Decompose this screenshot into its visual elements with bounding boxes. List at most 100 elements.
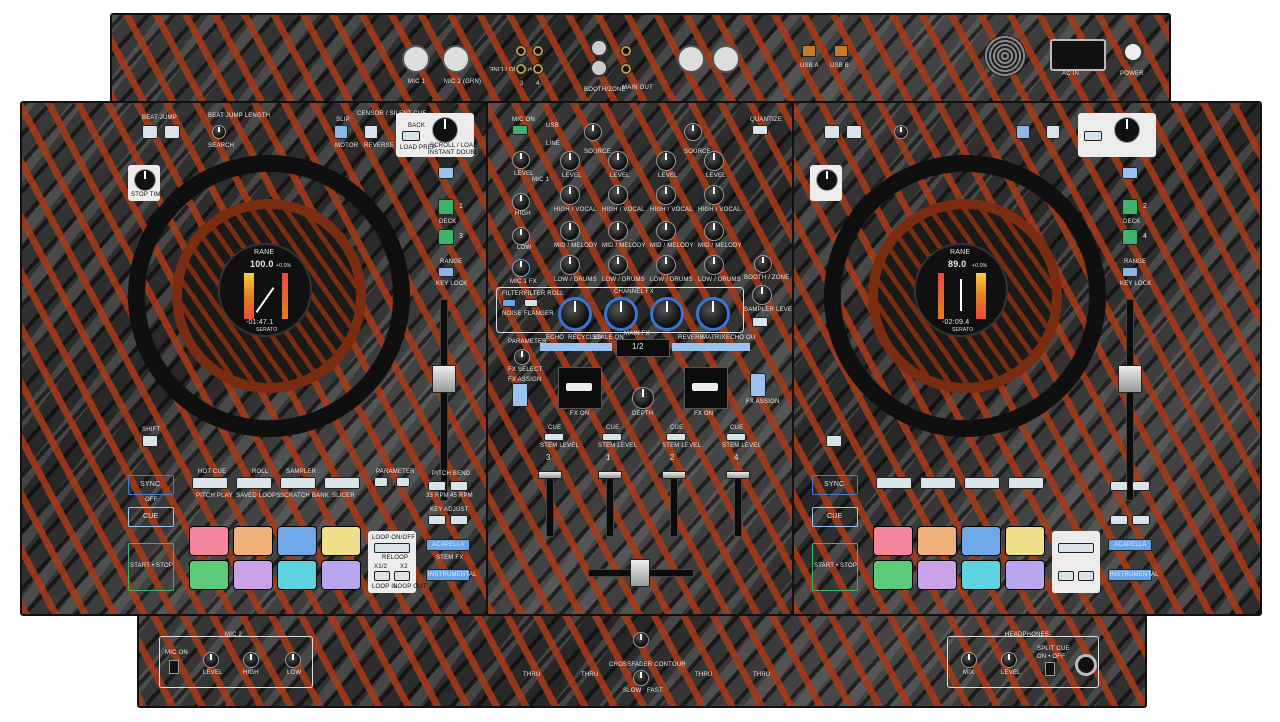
pad-mode-roll-button[interactable] — [236, 477, 272, 489]
performance-pad-8[interactable] — [322, 561, 360, 589]
mic2-low-knob[interactable] — [285, 652, 301, 668]
ch2-mid-knob[interactable] — [656, 221, 676, 241]
sampler-button[interactable] — [752, 317, 768, 327]
mic1-level-knob[interactable] — [512, 151, 530, 169]
ch1-low-knob[interactable] — [608, 255, 628, 275]
parameter-left-button[interactable] — [374, 477, 388, 487]
ch4-channel-fx-knob[interactable] — [696, 297, 730, 331]
pad-mode-slicer-button[interactable] — [1008, 477, 1044, 489]
parameter-right-button[interactable] — [396, 477, 410, 487]
loop-onoff-button[interactable] — [374, 543, 410, 553]
ch1-fader-cap[interactable] — [598, 471, 622, 479]
ch4-volume-fader[interactable] — [734, 471, 742, 537]
source-selector-knob[interactable] — [684, 123, 702, 141]
mic1-high-knob[interactable] — [512, 193, 530, 211]
ch4-low-knob[interactable] — [704, 255, 724, 275]
loop-in-button[interactable] — [1058, 571, 1074, 581]
ch3-level-knob[interactable] — [560, 151, 580, 171]
pitch-bend-up-button[interactable] — [1132, 481, 1150, 491]
pitch-fader-cap[interactable] — [432, 365, 456, 393]
ch3-channel-fx-knob[interactable] — [558, 297, 592, 331]
ch3-volume-fader[interactable] — [546, 471, 554, 537]
scroll-load-knob[interactable] — [1114, 117, 1140, 143]
back-button[interactable] — [1084, 131, 1102, 141]
deck-button[interactable] — [438, 167, 454, 179]
deck-2-button[interactable] — [1122, 199, 1138, 215]
pad-mode-roll-button[interactable] — [920, 477, 956, 489]
key-adjust-up-button[interactable] — [450, 515, 468, 525]
sampler-level-knob[interactable] — [752, 285, 772, 305]
deck-3-button[interactable] — [438, 229, 454, 245]
performance-pad-6[interactable] — [918, 561, 956, 589]
ch3-low-knob[interactable] — [560, 255, 580, 275]
main-fx-button-strip[interactable] — [672, 343, 750, 351]
mic2-high-knob[interactable] — [243, 652, 259, 668]
split-cue-switch[interactable] — [1045, 662, 1055, 676]
headphone-mix-knob[interactable] — [961, 652, 977, 668]
deck-4-button[interactable] — [1122, 229, 1138, 245]
ch2-high-knob[interactable] — [656, 185, 676, 205]
performance-pad-1[interactable] — [190, 527, 228, 555]
quantize-button[interactable] — [752, 125, 768, 135]
performance-pad-3[interactable] — [278, 527, 316, 555]
slip-button[interactable] — [1016, 125, 1030, 139]
ch1-channel-fx-knob[interactable] — [604, 297, 638, 331]
fx-parameter-knob[interactable] — [514, 349, 530, 365]
performance-pad-4[interactable] — [1006, 527, 1044, 555]
pitch-bend-down-button[interactable] — [428, 481, 446, 491]
ch4-fader-cap[interactable] — [726, 471, 750, 479]
ch1-high-knob[interactable] — [608, 185, 628, 205]
performance-pad-8[interactable] — [1006, 561, 1044, 589]
pitch-fader-track[interactable] — [1126, 299, 1134, 501]
key-adjust-up-button[interactable] — [1132, 515, 1150, 525]
pad-mode-hot-cue-button[interactable] — [876, 477, 912, 489]
stop-time-knob[interactable] — [816, 169, 838, 191]
ch2-fader-cap[interactable] — [662, 471, 686, 479]
fx-depth-knob[interactable] — [632, 387, 654, 409]
crossfader-contour-knob[interactable] — [633, 670, 649, 686]
performance-pad-2[interactable] — [234, 527, 272, 555]
back-button[interactable] — [402, 131, 420, 141]
ch3-fader-cap[interactable] — [538, 471, 562, 479]
range-button[interactable] — [438, 267, 454, 277]
power-button[interactable] — [1122, 41, 1144, 63]
ch2-volume-fader[interactable] — [670, 471, 678, 537]
ch2-low-knob[interactable] — [656, 255, 676, 275]
loop-out-button[interactable] — [1078, 571, 1094, 581]
fx-assign-left-button[interactable] — [512, 383, 528, 407]
ch1-cue-button[interactable] — [602, 433, 622, 441]
performance-pad-5[interactable] — [190, 561, 228, 589]
censor-button[interactable] — [364, 125, 378, 139]
main-fx-button-strip[interactable] — [540, 343, 612, 351]
performance-pad-5[interactable] — [874, 561, 912, 589]
performance-pad-3[interactable] — [962, 527, 1000, 555]
shift-button[interactable] — [826, 435, 842, 447]
key-adjust-down-button[interactable] — [428, 515, 446, 525]
mic1-low-knob[interactable] — [512, 227, 530, 245]
slip-button[interactable] — [334, 125, 348, 139]
loop-out-button[interactable] — [394, 571, 410, 581]
ch3-high-knob[interactable] — [560, 185, 580, 205]
shift-button[interactable] — [142, 435, 158, 447]
beat-jump-back-button[interactable] — [142, 125, 158, 139]
fx-assign-right-button[interactable] — [750, 373, 766, 397]
ch1-mid-knob[interactable] — [608, 221, 628, 241]
beat-jump-back-button[interactable] — [824, 125, 840, 139]
beat-jump-length-knob[interactable] — [894, 125, 908, 139]
deck-button[interactable] — [1122, 167, 1138, 179]
performance-pad-1[interactable] — [874, 527, 912, 555]
ch2-channel-fx-knob[interactable] — [650, 297, 684, 331]
pitch-bend-down-button[interactable] — [1110, 481, 1128, 491]
performance-pad-6[interactable] — [234, 561, 272, 589]
ch1-level-knob[interactable] — [608, 151, 628, 171]
key-adjust-down-button[interactable] — [1110, 515, 1128, 525]
mic2-level-knob[interactable] — [203, 652, 219, 668]
crossfader-cap[interactable] — [630, 559, 650, 587]
booth-zone-knob[interactable] — [754, 255, 772, 273]
ch4-high-knob[interactable] — [704, 185, 724, 205]
ch2-level-knob[interactable] — [656, 151, 676, 171]
filter-button[interactable] — [502, 299, 516, 307]
ch4-cue-button[interactable] — [726, 433, 746, 441]
loop-onoff-button[interactable] — [1058, 543, 1094, 553]
ch4-mid-knob[interactable] — [704, 221, 724, 241]
